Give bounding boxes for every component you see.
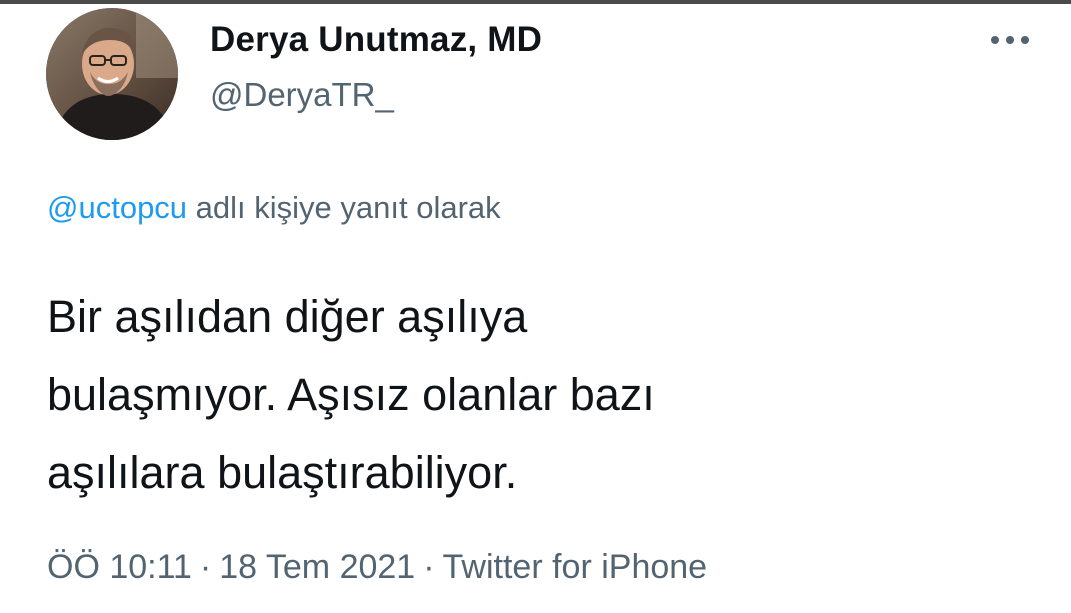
tweet-meta: ÖÖ 10:11 · 18 Tem 2021 · Twitter for iPhone	[47, 548, 707, 587]
tweet-text: Bir aşılıdan diğer aşılıya bulaşmıyor. A…	[47, 278, 1027, 512]
meta-separator: ·	[423, 548, 435, 586]
tweet-text-line: bulaşmıyor. Aşısız olanlar bazı	[47, 369, 655, 420]
tweet-detail: Derya Unutmaz, MD @DeryaTR_ @uctopcu adl…	[0, 0, 1071, 613]
tweet-time[interactable]: ÖÖ 10:11	[47, 548, 192, 586]
meta-separator: ·	[199, 548, 212, 586]
tweet-date[interactable]: 18 Tem 2021	[219, 548, 415, 586]
author-handle[interactable]: @DeryaTR_	[210, 76, 394, 114]
reply-mention-link[interactable]: @uctopcu	[47, 190, 187, 225]
top-edge-bar	[0, 0, 1071, 4]
tweet-text-line: Bir aşılıdan diğer aşılıya	[47, 291, 528, 342]
avatar-image	[46, 8, 178, 140]
reply-context-text: adlı kişiye yanıt olarak	[187, 190, 501, 225]
tweet-source[interactable]: Twitter for iPhone	[443, 548, 708, 586]
more-options-button[interactable]	[986, 24, 1034, 56]
more-horizontal-icon	[991, 36, 1029, 44]
reply-context: @uctopcu adlı kişiye yanıt olarak	[47, 190, 501, 226]
tweet-text-line: aşılılara bulaştırabiliyor.	[47, 447, 518, 498]
author-display-name[interactable]: Derya Unutmaz, MD	[210, 20, 542, 60]
avatar[interactable]	[46, 8, 178, 140]
